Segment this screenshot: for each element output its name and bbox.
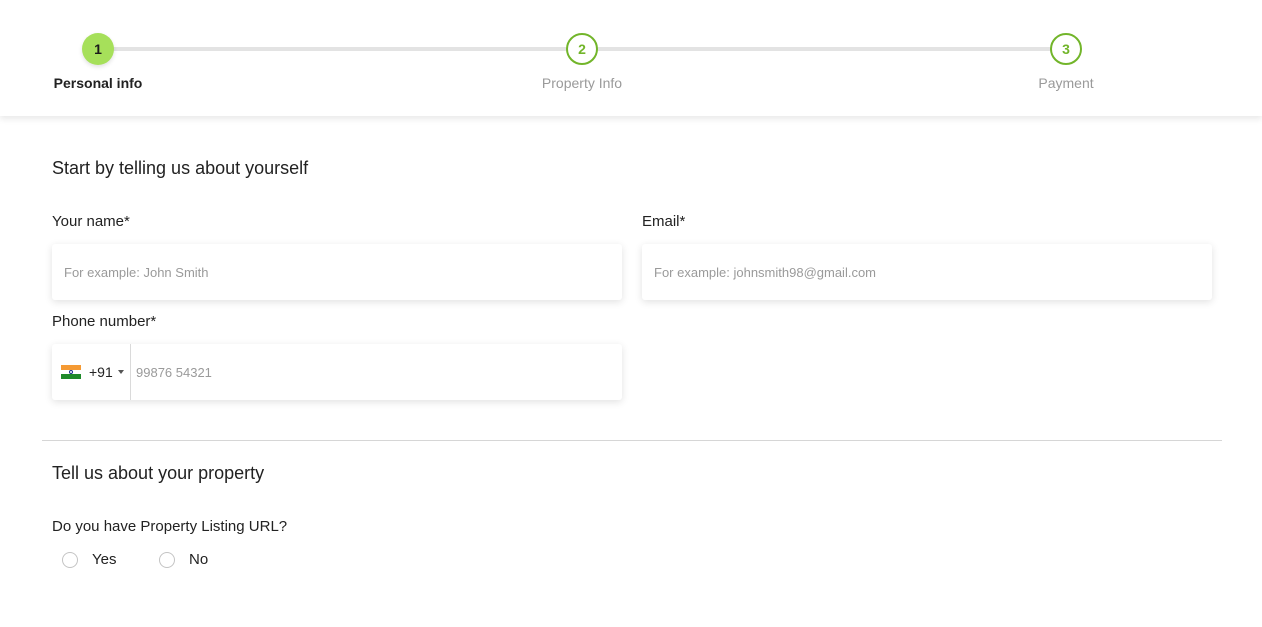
step-label: Payment <box>1038 75 1094 91</box>
property-section-title: Tell us about your property <box>52 463 265 483</box>
step-label: Personal info <box>53 75 143 91</box>
phone-field-box: +91 <box>52 344 622 400</box>
personal-section-title: Start by telling us about yourself <box>52 158 309 178</box>
radio-label: No <box>189 551 209 568</box>
section-divider <box>42 440 1222 441</box>
name-label: Your name* <box>52 213 130 230</box>
name-input[interactable] <box>52 244 622 300</box>
email-field-box <box>642 244 1212 300</box>
radio-circle-icon[interactable] <box>159 551 175 568</box>
radio-circle-icon[interactable] <box>62 551 78 568</box>
step-label: Property Info <box>541 75 623 91</box>
listing-url-question: Do you have Property Listing URL? <box>52 518 288 535</box>
india-flag-icon <box>61 365 81 380</box>
step-number-badge: 1 <box>82 33 114 65</box>
phone-label: Phone number* <box>52 313 157 330</box>
radio-label: Yes <box>92 551 117 568</box>
country-dial-code: +91 <box>89 364 113 380</box>
email-input[interactable] <box>642 244 1212 300</box>
step-property-info[interactable]: 2 Property Info <box>502 33 662 91</box>
progress-stepper: 1 Personal info 2 Property Info 3 Paymen… <box>0 0 1262 116</box>
country-code-dropdown[interactable]: +91 <box>52 344 131 400</box>
name-field-box <box>52 244 622 300</box>
step-number-badge: 2 <box>566 33 598 65</box>
radio-option-yes[interactable]: Yes <box>62 551 116 568</box>
step-personal-info[interactable]: 1 Personal info <box>18 33 178 91</box>
step-number-badge: 3 <box>1050 33 1082 65</box>
step-payment[interactable]: 3 Payment <box>986 33 1146 91</box>
phone-input[interactable] <box>131 344 622 400</box>
radio-option-no[interactable]: No <box>159 551 208 568</box>
email-label: Email* <box>642 213 686 230</box>
caret-down-icon <box>117 370 124 374</box>
